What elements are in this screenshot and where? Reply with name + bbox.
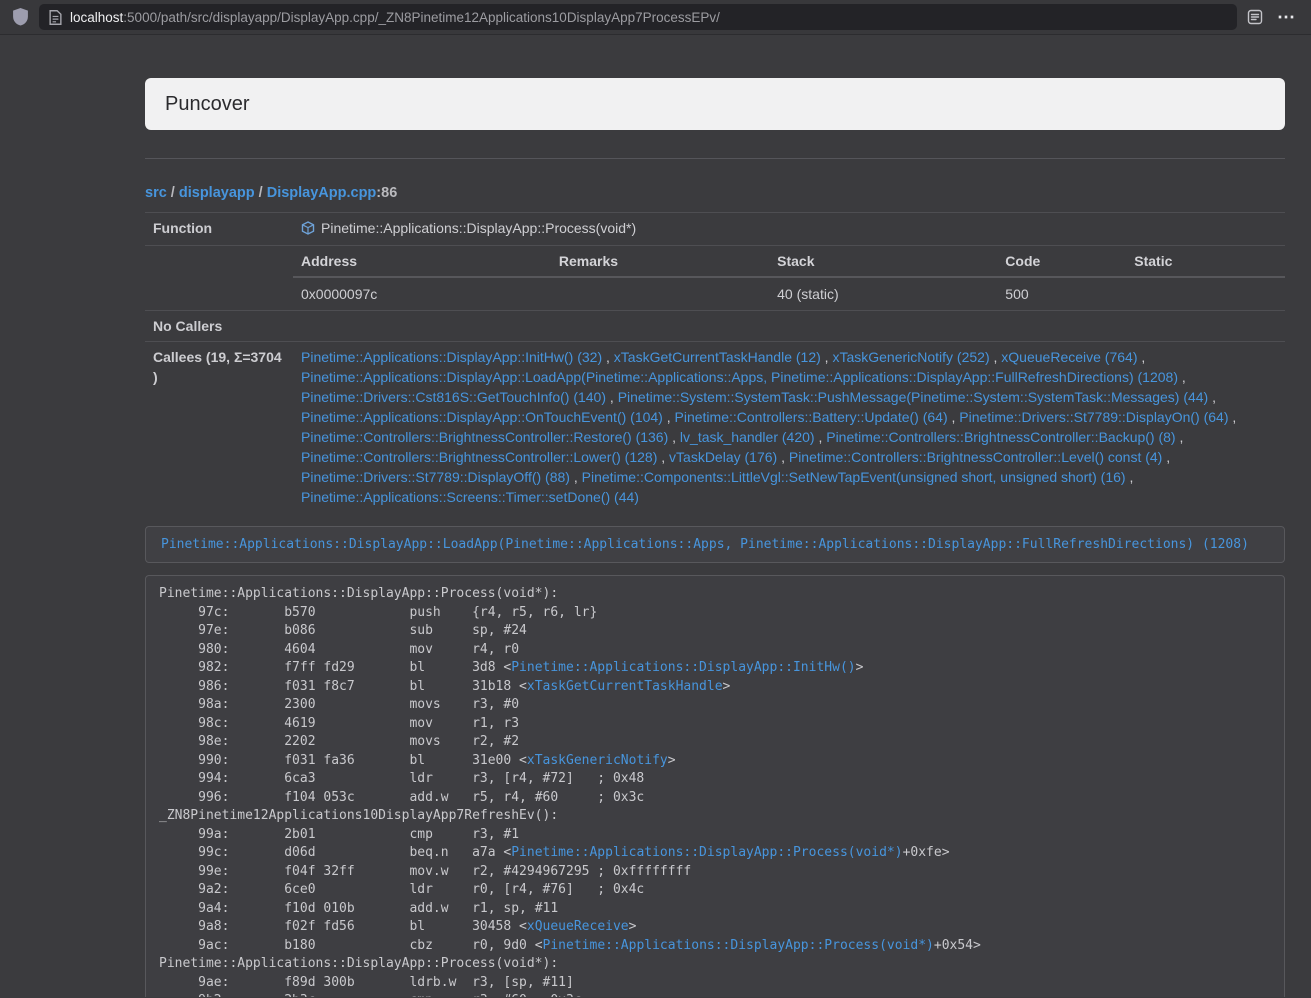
assembly-symbol-link[interactable]: xTaskGenericNotify (527, 753, 668, 768)
callee-link[interactable]: Pinetime::Applications::DisplayApp::Load… (301, 369, 1178, 385)
divider (145, 158, 1285, 159)
breadcrumb-link[interactable]: DisplayApp.cpp (267, 185, 377, 201)
callee-link[interactable]: lv_task_handler (420) (680, 429, 815, 445)
reader-view-icon[interactable] (1247, 9, 1263, 25)
callee-link[interactable]: Pinetime::Controllers::BrightnessControl… (301, 429, 668, 445)
callee-link[interactable]: xTaskGetCurrentTaskHandle (12) (614, 349, 821, 365)
callee-link[interactable]: xTaskGenericNotify (252) (832, 349, 989, 365)
stack-value: 40 (static) (769, 277, 997, 310)
breadcrumb-line-number: :86 (376, 185, 397, 201)
shield-icon[interactable] (12, 8, 29, 26)
callee-link[interactable]: Pinetime::Drivers::Cst816S::GetTouchInfo… (301, 389, 606, 405)
callees-row: Callees (19, Σ=3704 ) Pinetime::Applicat… (145, 342, 1285, 513)
puncover-page: Puncover src / displayapp / DisplayApp.c… (0, 35, 1311, 997)
url-host: localhost (70, 10, 123, 25)
callee-link[interactable]: Pinetime::System::SystemTask::PushMessag… (618, 389, 1209, 405)
callee-link[interactable]: Pinetime::Applications::DisplayApp::OnTo… (301, 409, 663, 425)
code-value: 500 (997, 277, 1126, 310)
assembly-symbol-link[interactable]: xTaskGetCurrentTaskHandle (527, 679, 723, 694)
url-text: localhost:5000/path/src/displayapp/Displ… (70, 10, 720, 25)
symbol-panel-link[interactable]: Pinetime::Applications::DisplayApp::Load… (161, 537, 1249, 552)
callee-link[interactable]: xQueueReceive (764) (1001, 349, 1137, 365)
function-table: Function Pinetime::Applications::Display… (145, 212, 1285, 512)
function-details-table: Address Remarks Stack Code Static 0x0000… (293, 246, 1285, 310)
col-address: Address (293, 246, 551, 277)
callee-link[interactable]: Pinetime::Controllers::Battery::Update()… (675, 409, 948, 425)
details-row: Address Remarks Stack Code Static 0x0000… (145, 246, 1285, 311)
no-callers-row: No Callers (145, 311, 1285, 342)
callee-link[interactable]: Pinetime::Controllers::BrightnessControl… (301, 449, 657, 465)
col-static: Static (1126, 246, 1285, 277)
assembly-listing: Pinetime::Applications::DisplayApp::Proc… (145, 575, 1285, 997)
assembly-symbol-link[interactable]: Pinetime::Applications::DisplayApp::Proc… (511, 845, 902, 860)
assembly-symbol-link[interactable]: Pinetime::Applications::DisplayApp::Init… (511, 660, 855, 675)
callee-link[interactable]: Pinetime::Controllers::BrightnessControl… (826, 429, 1175, 445)
page-info-icon[interactable] (49, 10, 62, 25)
no-callers-label: No Callers (145, 311, 293, 342)
function-name: Pinetime::Applications::DisplayApp::Proc… (321, 220, 636, 236)
breadcrumb-link[interactable]: src (145, 185, 167, 201)
callee-link[interactable]: Pinetime::Drivers::St7789::DisplayOn() (… (959, 409, 1228, 425)
function-row: Function Pinetime::Applications::Display… (145, 213, 1285, 246)
breadcrumb-link[interactable]: displayapp (179, 185, 255, 201)
remarks-value (551, 277, 769, 310)
function-name-cell: Pinetime::Applications::DisplayApp::Proc… (293, 213, 1285, 246)
details-empty-label (145, 246, 293, 311)
function-icon (301, 220, 315, 240)
callee-link[interactable]: Pinetime::Drivers::St7789::DisplayOff() … (301, 469, 570, 485)
static-value (1126, 277, 1285, 310)
col-remarks: Remarks (551, 246, 769, 277)
assembly-symbol-link[interactable]: Pinetime::Applications::DisplayApp::Proc… (543, 938, 934, 953)
function-label: Function (145, 213, 293, 246)
details-header-row: Address Remarks Stack Code Static (293, 246, 1285, 277)
col-stack: Stack (769, 246, 997, 277)
details-value-row: 0x0000097c 40 (static) 500 (293, 277, 1285, 310)
browser-chrome: localhost:5000/path/src/displayapp/Displ… (0, 0, 1311, 35)
callees-label: Callees (19, Σ=3704 ) (145, 342, 293, 513)
callee-link[interactable]: Pinetime::Applications::DisplayApp::Init… (301, 349, 602, 365)
url-path: :5000/path/src/displayapp/DisplayApp.cpp… (123, 10, 720, 25)
url-bar[interactable]: localhost:5000/path/src/displayapp/Displ… (39, 4, 1237, 30)
callee-link[interactable]: Pinetime::Controllers::BrightnessControl… (789, 449, 1162, 465)
page-title: Puncover (165, 93, 1265, 115)
no-callers-cell (293, 311, 1285, 342)
page-title-panel: Puncover (145, 78, 1285, 130)
callee-link[interactable]: Pinetime::Applications::Screens::Timer::… (301, 489, 639, 505)
assembly-symbol-link[interactable]: xQueueReceive (527, 919, 629, 934)
callees-cell: Pinetime::Applications::DisplayApp::Init… (293, 342, 1285, 513)
callee-link[interactable]: vTaskDelay (176) (669, 449, 777, 465)
callee-link[interactable]: Pinetime::Components::LittleVgl::SetNewT… (582, 469, 1126, 485)
browser-menu-button[interactable]: ⋯ (1273, 8, 1299, 26)
address-value: 0x0000097c (293, 277, 551, 310)
col-code: Code (997, 246, 1126, 277)
symbol-panel: Pinetime::Applications::DisplayApp::Load… (145, 526, 1285, 563)
breadcrumb: src / displayapp / DisplayApp.cpp:86 (145, 183, 1285, 204)
